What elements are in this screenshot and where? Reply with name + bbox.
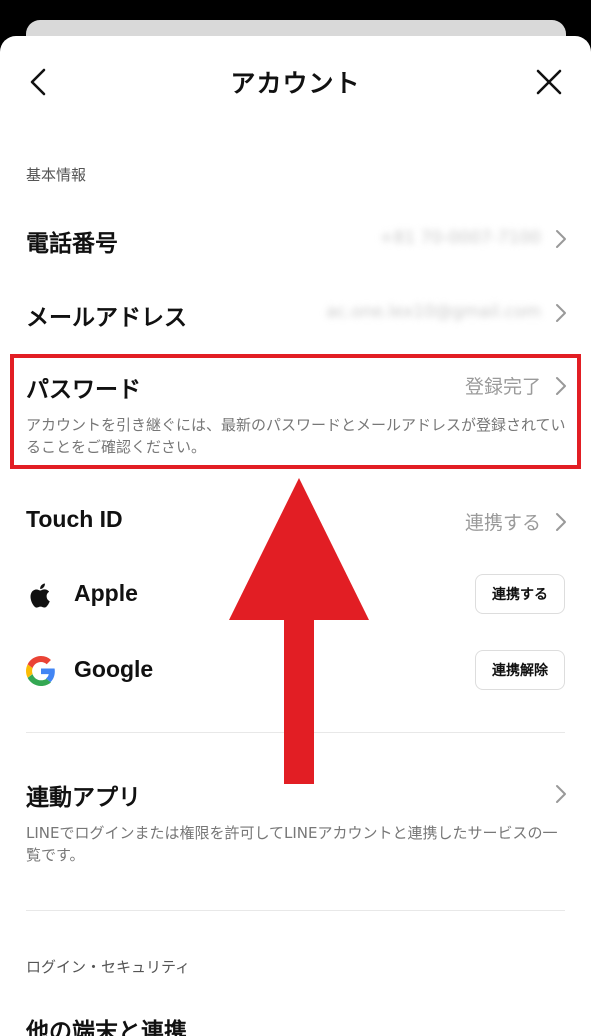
close-icon (536, 69, 562, 95)
linked-apps-label: 連動アプリ (26, 785, 141, 811)
close-button[interactable] (527, 60, 571, 104)
email-value: ac.one.lex10@gmail.com (326, 302, 541, 322)
account-sheet: アカウント 基本情報 電話番号 +81 70-0007-7100 メールアドレス… (0, 36, 591, 1036)
section-label-login-security: ログイン・セキュリティ (26, 958, 191, 976)
password-row[interactable]: パスワード 登録完了 アカウントを引き継ぐには、最新のパスワードとメールアドレス… (0, 362, 591, 462)
password-label: パスワード (26, 377, 141, 403)
chevron-right-icon (556, 304, 566, 322)
password-status: 登録完了 (464, 376, 541, 398)
apple-logo-icon (30, 583, 50, 608)
linked-apps-description: LINEでログインまたは権限を許可してLINEアカウントと連携したサービスの一覧… (26, 824, 558, 864)
google-logo-icon (26, 656, 55, 686)
touch-id-row[interactable]: Touch ID 連携する (0, 498, 591, 544)
apple-link-button[interactable]: 連携する (475, 574, 565, 614)
chevron-right-icon (556, 230, 566, 248)
google-row: Google 連携解除 (0, 646, 591, 698)
chevron-right-icon (556, 785, 566, 803)
google-unlink-button[interactable]: 連携解除 (475, 650, 565, 690)
email-row[interactable]: メールアドレス ac.one.lex10@gmail.com (0, 290, 591, 336)
apple-row: Apple 連携する (0, 570, 591, 622)
touch-id-status: 連携する (464, 512, 541, 534)
chevron-right-icon (556, 377, 566, 395)
section-label-basic-info: 基本情報 (26, 166, 87, 184)
password-description: アカウントを引き継ぐには、最新のパスワードとメールアドレスが登録されていることを… (26, 416, 566, 456)
touch-id-label: Touch ID (26, 506, 123, 532)
divider (26, 732, 565, 733)
header: アカウント (0, 36, 591, 126)
linked-apps-row[interactable]: 連動アプリ LINEでログインまたは権限を許可してLINEアカウントと連携したサ… (0, 770, 591, 870)
apple-label: Apple (74, 580, 138, 606)
email-label: メールアドレス (26, 305, 187, 331)
phone-number-label: 電話番号 (26, 231, 118, 257)
phone-number-value: +81 70-0007-7100 (379, 228, 541, 248)
page-title: アカウント (230, 69, 361, 98)
other-device-label: 他の端末と連携 (26, 1019, 187, 1036)
chevron-right-icon (556, 513, 566, 531)
other-device-row[interactable]: 他の端末と連携 (0, 1004, 591, 1036)
divider (26, 910, 565, 911)
phone-number-row[interactable]: 電話番号 +81 70-0007-7100 (0, 216, 591, 262)
google-label: Google (74, 656, 154, 682)
